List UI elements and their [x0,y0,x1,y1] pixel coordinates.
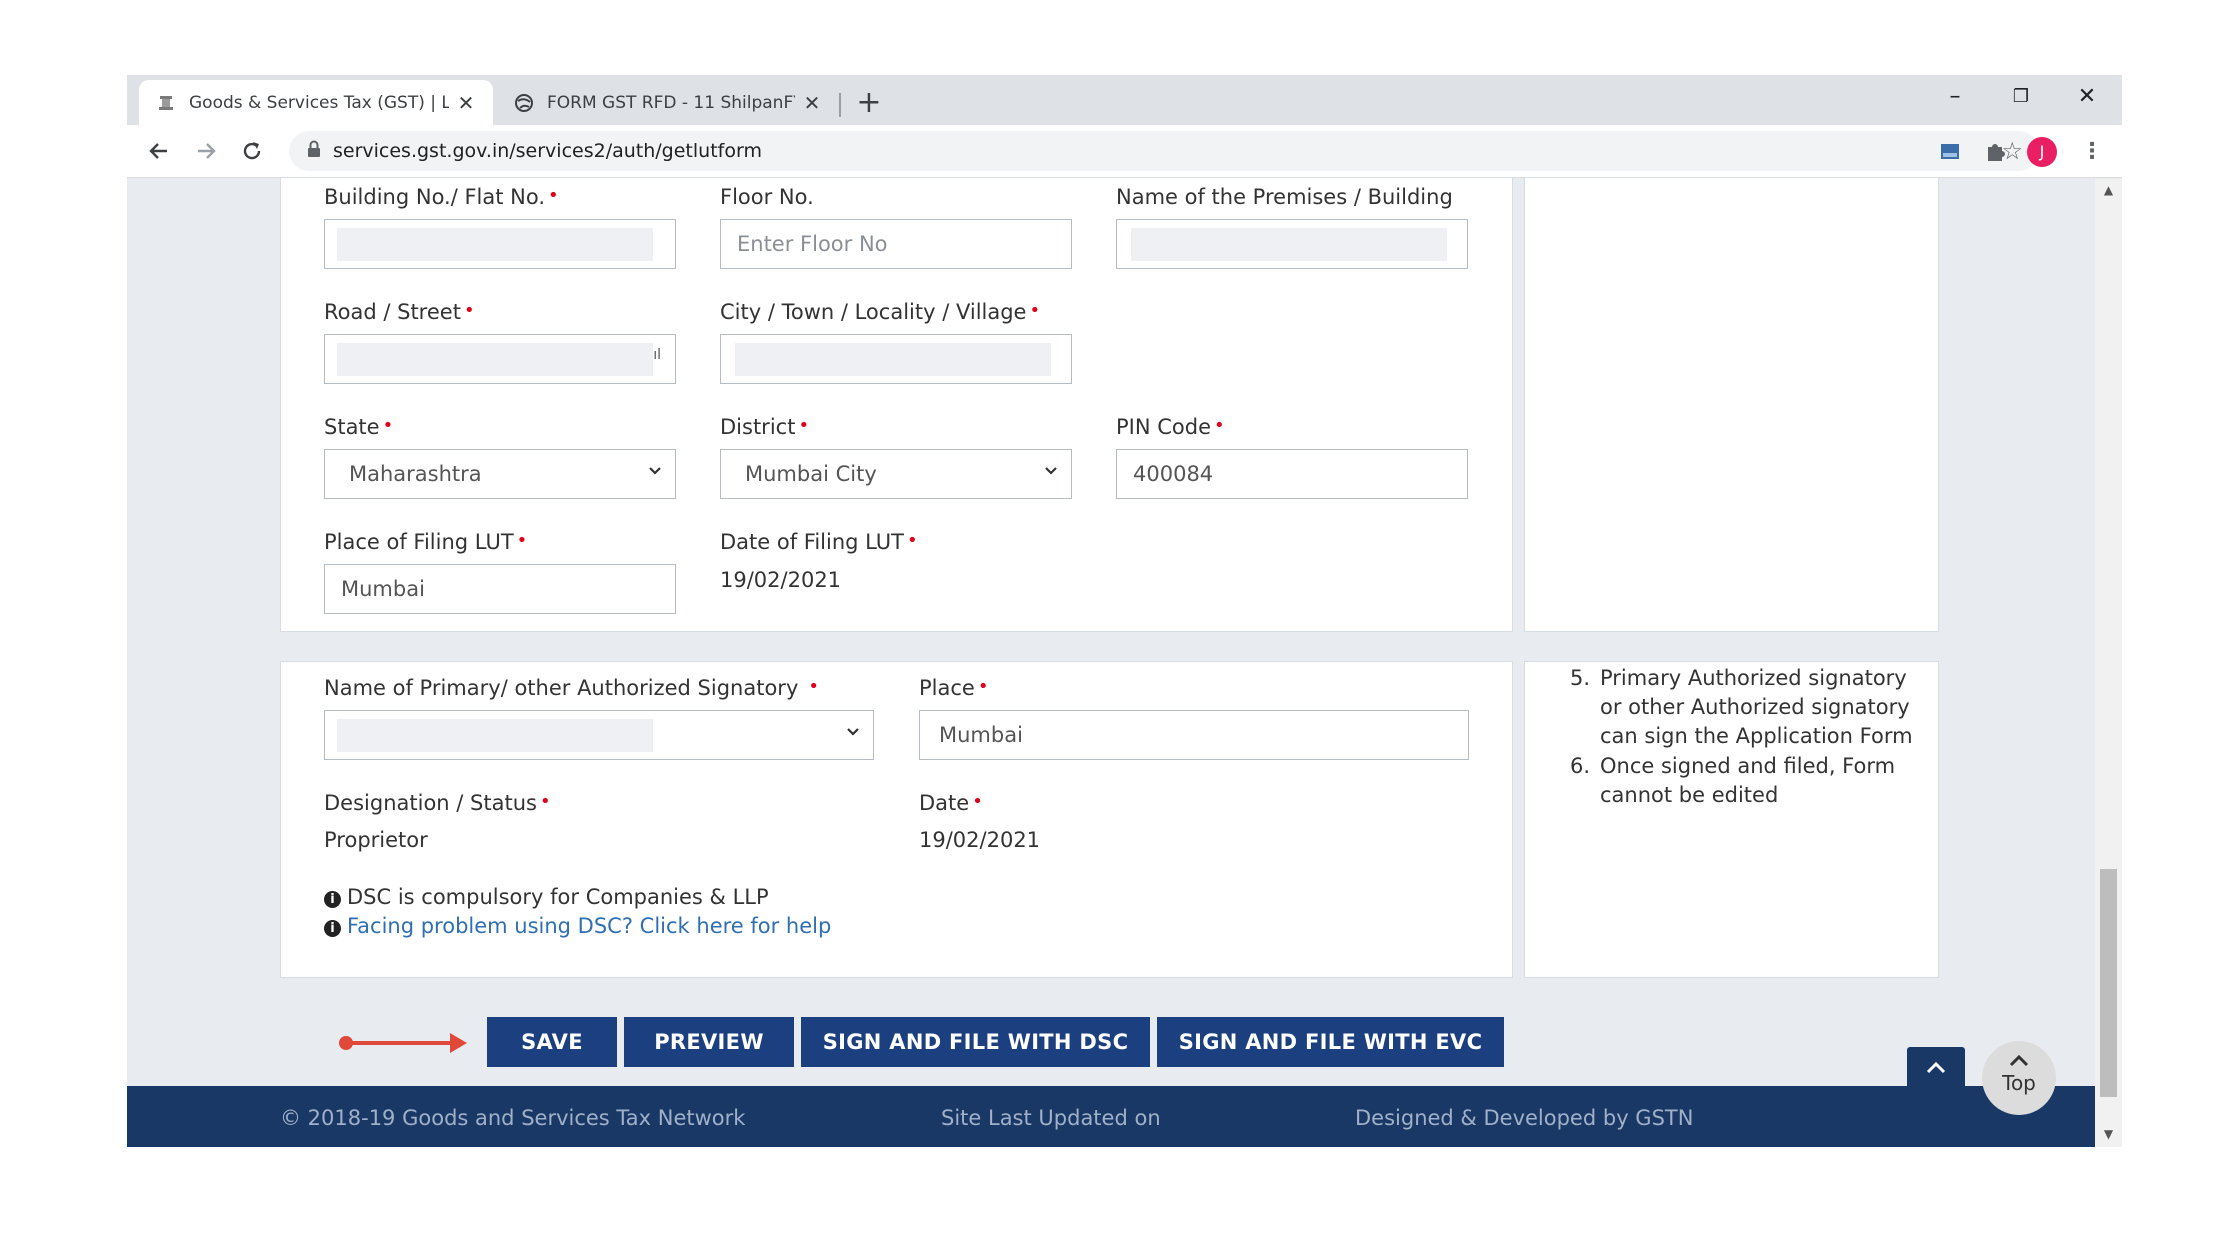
date-value: 19/02/2021 [919,828,1041,852]
lock-icon [307,140,321,162]
chevron-down-icon [647,462,663,483]
footer-copyright: © 2018-19 Goods and Services Tax Network [280,1106,746,1130]
close-tab-icon[interactable]: ✕ [801,91,823,115]
floor-label: Floor No. [720,185,814,209]
info-icon: i [324,891,341,908]
close-window-button[interactable]: ✕ [2054,75,2120,119]
premises-input[interactable] [1116,219,1468,269]
designation-value: Proprietor [324,828,428,852]
floor-input[interactable]: Enter Floor No [720,219,1072,269]
side-panel-top [1524,177,1939,632]
district-label: District • [720,415,810,439]
date-filing-value: 19/02/2021 [720,568,842,592]
building-input[interactable] [324,219,676,269]
designation-label: Designation / Status • [324,791,551,815]
state-select[interactable]: Maharashtra [324,449,676,499]
vertical-scrollbar[interactable]: ▲ ▼ [2095,179,2122,1147]
scroll-up-arrow-icon[interactable]: ▲ [2095,183,2122,197]
scrollbar-thumb[interactable] [2100,869,2117,1097]
instruction-5: Primary Authorized signatory or other Au… [1600,666,1913,748]
extension-icon[interactable] [1935,137,1965,167]
preview-button[interactable]: PREVIEW [624,1017,794,1067]
building-label: Building No./ Flat No. • [324,185,559,209]
place-label: Place • [919,676,989,700]
save-button[interactable]: SAVE [487,1017,617,1067]
page-footer: © 2018-19 Goods and Services Tax Network… [127,1086,2095,1147]
pin-label: PIN Code • [1116,415,1225,439]
tab-title: Goods & Services Tax (GST) | Lut [189,92,449,113]
url-text: services.gst.gov.in/services2/auth/getlu… [333,140,762,162]
tab-strip: Goods & Services Tax (GST) | Lut ✕ FORM … [127,75,2122,125]
reload-icon[interactable] [234,133,270,169]
footer-designed: Designed & Developed by GSTN [1355,1106,1694,1130]
footer-updated: Site Last Updated on [941,1106,1161,1130]
forward-icon[interactable] [188,133,224,169]
signatory-name-label: Name of Primary/ other Authorized Signat… [324,676,819,700]
dsc-help-link[interactable]: Facing problem using DSC? Click here for… [347,914,831,938]
chevron-down-icon [845,723,861,744]
state-label: State • [324,415,394,439]
browser-toolbar: services.gst.gov.in/services2/auth/getlu… [127,125,2122,178]
close-tab-icon[interactable]: ✕ [455,91,477,115]
tab-title: FORM GST RFD - 11 ShilpanFY 2( [547,92,795,113]
page-viewport: Building No./ Flat No. • Floor No. Enter … [127,177,2122,1147]
road-suffix: ıl [653,347,661,363]
menu-kebab-icon[interactable]: ⋮ [2077,137,2107,167]
dsc-note: i DSC is compulsory for Companies & LLP [324,885,769,909]
info-icon: i [324,920,341,937]
premises-label: Name of the Premises / Building [1116,185,1453,209]
road-input[interactable]: ıl [324,334,676,384]
tab-separator [839,93,841,117]
date-label: Date • [919,791,983,815]
emblem-icon [155,92,177,114]
tab-gst-lut[interactable]: Goods & Services Tax (GST) | Lut ✕ [139,80,493,125]
signatory-select[interactable] [324,710,874,760]
place-filing-label: Place of Filing LUT • [324,530,528,554]
place-input[interactable]: Mumbai [919,710,1469,760]
restore-button[interactable]: ❐ [1988,75,2054,119]
scroll-down-arrow-icon[interactable]: ▼ [2095,1127,2122,1141]
place-filing-input[interactable]: Mumbai [324,564,676,614]
globe-icon [513,92,535,114]
back-to-top-button[interactable]: Top [1982,1041,2056,1115]
minimize-button[interactable]: – [1922,75,1988,119]
scroll-top-tab-button[interactable] [1907,1047,1965,1089]
tab-form-rfd[interactable]: FORM GST RFD - 11 ShilpanFY 2( ✕ [497,80,839,125]
instruction-6: Once signed and filed, Form cannot be ed… [1600,754,1896,807]
puzzle-icon[interactable] [1980,137,2010,167]
instruction-5-number: 5. [1570,666,1591,690]
address-bar[interactable]: services.gst.gov.in/services2/auth/getlu… [289,131,2039,171]
city-input[interactable] [720,334,1072,384]
browser-window: Goods & Services Tax (GST) | Lut ✕ FORM … [127,75,2122,1147]
instruction-6-number: 6. [1570,754,1591,778]
dsc-help[interactable]: i Facing problem using DSC? Click here fo… [324,914,831,938]
sign-file-dsc-button[interactable]: SIGN AND FILE WITH DSC [801,1017,1150,1067]
chevron-down-icon [1043,462,1059,483]
back-icon[interactable] [141,133,177,169]
back-to-top-label: Top [2002,1071,2036,1095]
sign-file-evc-button[interactable]: SIGN AND FILE WITH EVC [1157,1017,1504,1067]
profile-avatar[interactable]: J [2027,137,2057,167]
city-label: City / Town / Locality / Village • [720,300,1041,324]
pin-input[interactable]: 400084 [1116,449,1468,499]
date-filing-label: Date of Filing LUT • [720,530,918,554]
annotation-arrow [339,1033,467,1053]
district-select[interactable]: Mumbai City [720,449,1072,499]
new-tab-button[interactable]: + [851,85,887,121]
chevron-up-icon [1982,1051,2056,1071]
road-label: Road / Street • [324,300,475,324]
